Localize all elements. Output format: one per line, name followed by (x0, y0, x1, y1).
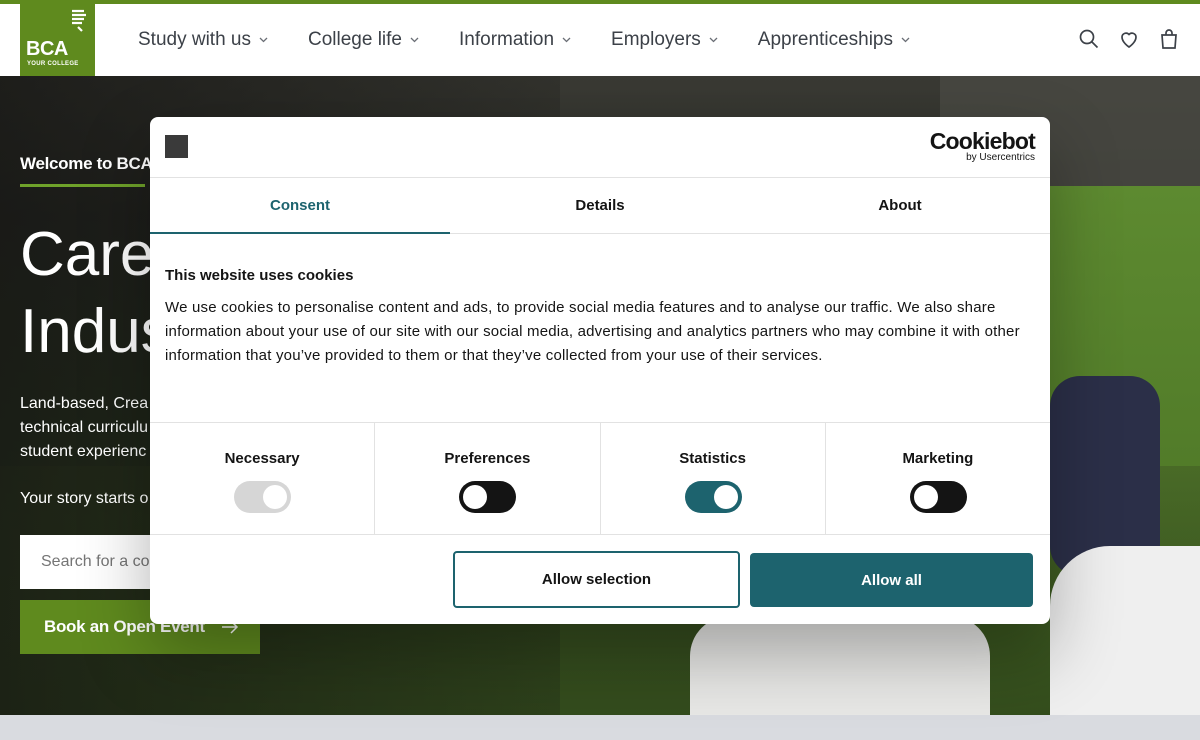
nav-information[interactable]: Information (459, 29, 571, 51)
logo-mark-icon (72, 9, 86, 32)
hero-photo-goat (1050, 546, 1200, 715)
nav-employers[interactable]: Employers (611, 29, 718, 51)
hero-welcome: Welcome to BCA (20, 154, 153, 173)
header-actions (1060, 28, 1180, 50)
site-brand-icon (165, 135, 188, 158)
category-label: Statistics (679, 450, 746, 467)
nav-apprenticeships[interactable]: Apprenticeships (758, 29, 910, 51)
heart-icon[interactable] (1118, 28, 1140, 50)
necessary-toggle (234, 481, 292, 513)
page-bottom-strip (0, 715, 1200, 740)
marketing-toggle[interactable] (909, 481, 967, 513)
course-search-input[interactable] (20, 535, 160, 589)
hero-welcome-underline (20, 184, 145, 187)
cookie-tabs: Consent Details About (150, 178, 1050, 234)
hero-photo-lamb (690, 616, 990, 715)
tab-details[interactable]: Details (450, 178, 750, 233)
nav-study-with-us[interactable]: Study with us (138, 29, 268, 51)
hero-desc-line: Land-based, Crea (20, 395, 149, 412)
hero-story: Your story starts o (20, 490, 149, 507)
cookie-consent-dialog: Cookiebot by Usercentrics Consent Detail… (150, 117, 1050, 624)
category-label: Preferences (444, 450, 531, 467)
logo-text: BCA (26, 38, 68, 60)
search-icon[interactable] (1078, 28, 1100, 50)
allow-all-button[interactable]: Allow all (750, 553, 1033, 607)
category-necessary: Necessary (150, 423, 376, 534)
hero-description: Land-based, Crea technical curriculu stu… (20, 392, 155, 464)
nav-label: Study with us (138, 29, 251, 50)
nav-label: Employers (611, 29, 701, 50)
main-nav: Study with us College life Information E… (138, 4, 950, 76)
toggle-knob (463, 485, 488, 509)
cookie-dialog-header: Cookiebot by Usercentrics (150, 117, 1050, 178)
cookiebot-logo[interactable]: Cookiebot by Usercentrics (929, 128, 1036, 163)
hero-title-line: Indus (20, 297, 172, 366)
cookie-description: We use cookies to personalise content an… (165, 299, 1020, 364)
toggle-knob (713, 485, 738, 509)
category-marketing: Marketing (826, 423, 1050, 534)
tab-consent[interactable]: Consent (150, 178, 450, 234)
bag-icon[interactable] (1158, 28, 1180, 50)
toggle-knob (913, 485, 938, 509)
toggle-knob (263, 485, 288, 509)
hero-desc-line: student experienc (20, 443, 147, 460)
cookiebot-byline: by Usercentrics (966, 152, 1035, 163)
hero-desc-line: technical curriculu (20, 419, 149, 436)
category-label: Necessary (224, 450, 300, 467)
chevron-down-icon (709, 37, 718, 43)
chevron-down-icon (410, 37, 419, 43)
chevron-down-icon (562, 37, 571, 43)
nav-label: Information (459, 29, 555, 50)
category-label: Marketing (902, 450, 974, 467)
hero-title: Care Indus (20, 216, 172, 370)
tab-about[interactable]: About (750, 178, 1050, 233)
bca-logo[interactable]: BCA YOUR COLLEGE (20, 4, 95, 76)
chevron-down-icon (259, 37, 268, 43)
chevron-down-icon (901, 37, 910, 43)
logo-subtext: YOUR COLLEGE (27, 61, 79, 67)
allow-selection-button[interactable]: Allow selection (453, 551, 740, 608)
nav-label: Apprenticeships (757, 29, 893, 50)
category-preferences: Preferences (375, 423, 601, 534)
cookie-categories: Necessary Preferences Statistics Marketi… (150, 422, 1050, 535)
preferences-toggle[interactable] (459, 481, 517, 513)
site-header: BCA YOUR COLLEGE Study with us College l… (0, 4, 1200, 76)
category-statistics: Statistics (601, 423, 826, 534)
cookie-title: This website uses cookies (165, 267, 354, 284)
statistics-toggle[interactable] (684, 481, 742, 513)
hero-title-line: Care (20, 220, 155, 289)
cookiebot-wordmark: Cookiebot (929, 128, 1036, 154)
nav-label: College life (308, 29, 402, 50)
nav-college-life[interactable]: College life (308, 29, 419, 51)
